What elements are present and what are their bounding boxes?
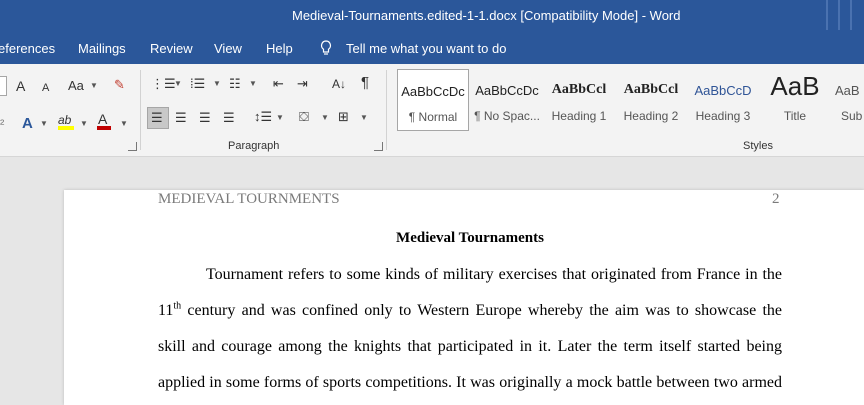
style-name: ¶ Normal (408, 110, 458, 124)
tab-view[interactable]: View (214, 41, 242, 56)
line-spacing-icon[interactable]: ↕☰ (254, 109, 272, 125)
style-preview: AaBbCcDc (401, 84, 465, 99)
running-header: MEDIEVAL TOURNMENTS (158, 191, 340, 207)
decrease-indent-icon[interactable]: ⇤ (273, 76, 284, 92)
ribbon: A A Aa ▼ ✎ ² A ▼ ab ▼ A ▼ ⋮☰ ▼ ⁞☰ ▼ ☷ ▼ … (0, 64, 864, 157)
style-preview: AaBbCcDc (475, 83, 539, 98)
window-controls[interactable] (820, 0, 864, 34)
style-heading-3[interactable]: AaBbCcD Heading 3 (687, 69, 759, 131)
paragraph-line: Tournament refers to some kinds of milit… (206, 266, 782, 283)
bullets-icon[interactable]: ⋮☰ (151, 76, 176, 92)
style-name: Heading 3 (695, 109, 751, 123)
paragraph-line: skill and courage among the knights that… (158, 338, 782, 355)
justify-icon[interactable]: ☰ (223, 110, 235, 126)
style-heading-1[interactable]: AaBbCcl Heading 1 (543, 69, 615, 131)
clear-formatting-icon[interactable]: ✎ (114, 77, 125, 93)
tab-review[interactable]: Review (150, 41, 193, 56)
paragraph-dialog-launcher[interactable] (374, 142, 383, 151)
chevron-down-icon[interactable]: ▼ (213, 76, 221, 92)
style-subtitle[interactable]: AaB Sub (831, 69, 864, 131)
style-name: ¶ No Spac... (474, 109, 540, 123)
grow-font-icon[interactable]: A (16, 78, 25, 94)
chevron-down-icon[interactable]: ▼ (174, 76, 182, 92)
align-center-icon[interactable]: ☰ (175, 110, 187, 126)
style-preview: AaB (835, 83, 860, 98)
title-bar: Medieval-Tournaments.edited-1-1.docx [Co… (0, 0, 864, 34)
chevron-down-icon[interactable]: ▼ (40, 116, 48, 132)
highlight-color-swatch (58, 126, 74, 130)
tab-mailings[interactable]: Mailings (78, 41, 126, 56)
tell-me-search[interactable]: Tell me what you want to do (346, 41, 506, 56)
window-title: Medieval-Tournaments.edited-1-1.docx [Co… (292, 8, 681, 23)
chevron-down-icon[interactable]: ▼ (249, 76, 257, 92)
paragraph-line: 11th century and was confined only to We… (158, 301, 782, 320)
style-preview: AaBbCcl (623, 82, 679, 97)
chevron-down-icon[interactable]: ▼ (120, 116, 128, 132)
style-name: Heading 2 (623, 109, 679, 123)
align-right-icon[interactable]: ☰ (199, 110, 211, 126)
ordinal-number: 11 (158, 302, 174, 319)
chevron-down-icon[interactable]: ▼ (90, 78, 98, 94)
style-name: Sub (841, 109, 863, 123)
tab-help[interactable]: Help (266, 41, 293, 56)
font-dialog-fragment: ² (0, 116, 5, 131)
shading-icon[interactable]: ⛋ (299, 109, 309, 125)
line-text: century and was confined only to Western… (181, 302, 782, 319)
style-preview: AaBbCcl (551, 82, 607, 97)
font-color-icon[interactable]: A (98, 111, 107, 127)
styles-gallery: AaBbCcDc ¶ Normal AaBbCcDc ¶ No Spac... … (397, 69, 864, 131)
borders-icon[interactable]: ⊞ (338, 109, 349, 125)
style-name: Heading 1 (551, 109, 607, 123)
style-heading-2[interactable]: AaBbCcl Heading 2 (615, 69, 687, 131)
style-title[interactable]: AaB Title (759, 69, 831, 131)
font-color-swatch (97, 126, 111, 130)
paragraph-line: applied in some forms of sports competit… (158, 374, 782, 391)
document-page[interactable]: MEDIEVAL TOURNMENTS 2 Medieval Tournamen… (64, 190, 864, 405)
chevron-down-icon[interactable]: ▼ (276, 110, 284, 126)
style-no-spacing[interactable]: AaBbCcDc ¶ No Spac... (471, 69, 543, 131)
shrink-font-icon[interactable]: A (42, 80, 49, 96)
chevron-down-icon[interactable]: ▼ (360, 110, 368, 126)
pilcrow-icon[interactable]: ¶ (361, 75, 369, 91)
style-preview: AaBbCcD (694, 83, 752, 98)
increase-indent-icon[interactable]: ⇥ (297, 76, 308, 92)
group-divider (386, 70, 387, 150)
group-divider (140, 70, 141, 150)
sort-icon[interactable]: A↓ (332, 76, 346, 92)
align-left-icon[interactable]: ☰ (151, 110, 163, 126)
tab-references[interactable]: eferences (0, 41, 55, 56)
numbering-icon[interactable]: ⁞☰ (190, 76, 205, 92)
document-title: Medieval Tournaments (396, 230, 544, 246)
styles-group-label: Styles (743, 140, 773, 152)
font-dialog-launcher[interactable] (128, 142, 137, 151)
multilevel-list-icon[interactable]: ☷ (229, 76, 241, 92)
chevron-down-icon[interactable]: ▼ (321, 110, 329, 126)
lightbulb-icon[interactable] (320, 40, 332, 59)
font-size-box[interactable] (0, 76, 7, 96)
paragraph-group-label: Paragraph (228, 140, 280, 152)
page-number: 2 (772, 191, 780, 207)
text-effects-icon[interactable]: A (22, 116, 33, 132)
style-name: Title (783, 109, 807, 123)
style-normal[interactable]: AaBbCcDc ¶ Normal (397, 69, 469, 131)
ribbon-tabs: eferences Mailings Review View Help Tell… (0, 34, 864, 64)
chevron-down-icon[interactable]: ▼ (80, 116, 88, 132)
style-preview: AaB (770, 71, 820, 101)
change-case-icon[interactable]: Aa (68, 78, 84, 94)
